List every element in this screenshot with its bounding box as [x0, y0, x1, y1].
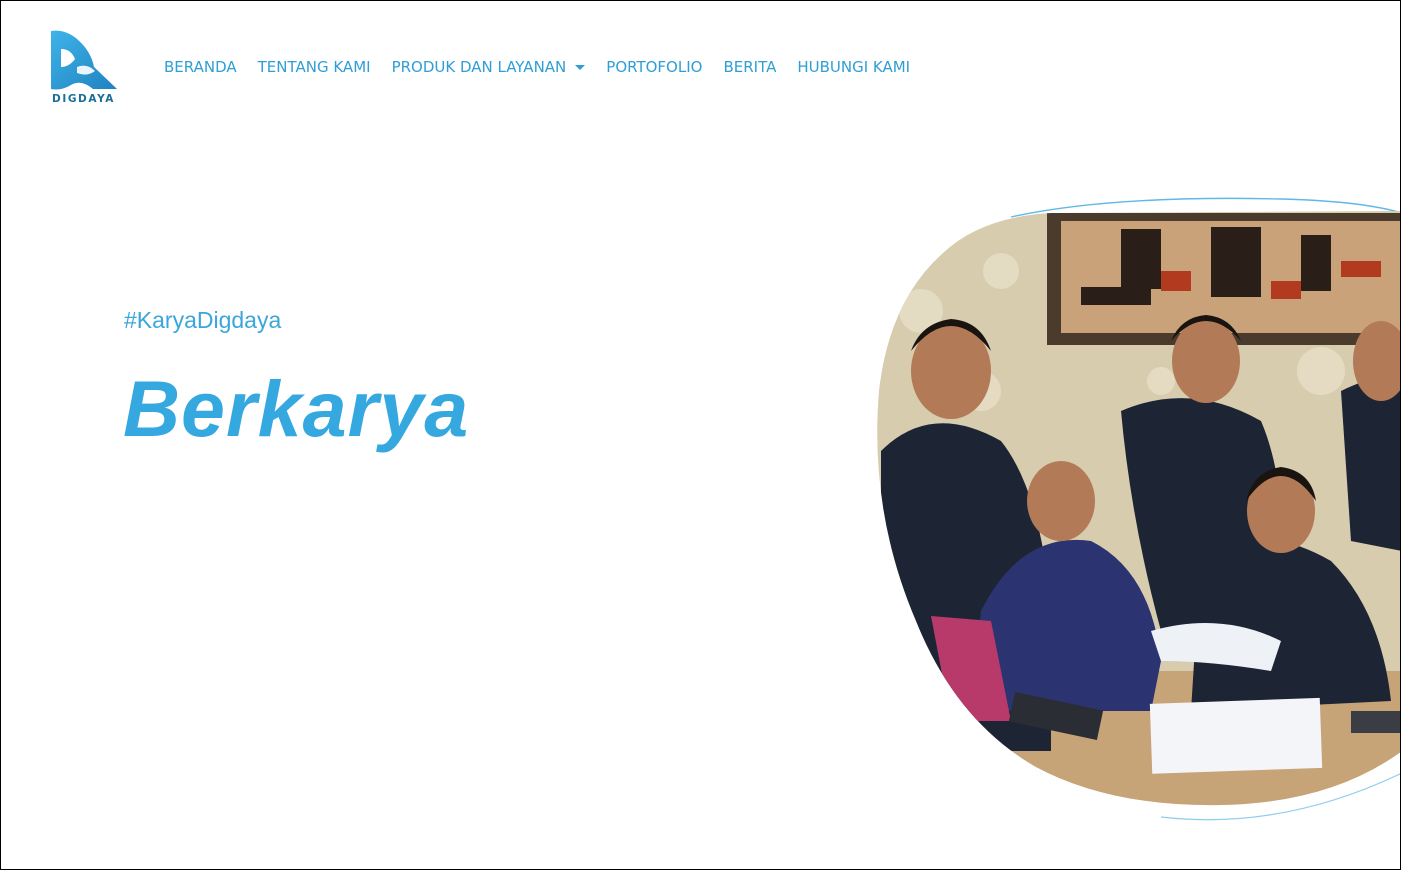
logo-wordmark: DIGDAYA	[52, 93, 116, 105]
page-frame: DIGDAYA BERANDA TENTANG KAMI PRODUK DAN …	[0, 0, 1401, 870]
nav-label: BERANDA	[164, 58, 237, 76]
main-navigation: BERANDA TENTANG KAMI PRODUK DAN LAYANAN …	[164, 58, 931, 76]
nav-label: PORTOFOLIO	[606, 58, 703, 76]
nav-label: BERITA	[723, 58, 777, 76]
nav-item-produk-dan-layanan[interactable]: PRODUK DAN LAYANAN	[392, 58, 586, 76]
chevron-down-icon	[575, 64, 586, 70]
hero-hashtag: #KaryaDigdaya	[124, 307, 282, 333]
nav-item-hubungi-kami[interactable]: HUBUNGI KAMI	[797, 58, 910, 76]
digdaya-logo[interactable]: DIGDAYA	[47, 27, 119, 111]
nav-item-beranda[interactable]: BERANDA	[164, 58, 237, 76]
hero-headline: Berkarya	[123, 364, 470, 453]
hero-team-photo	[877, 197, 1400, 821]
nav-label: TENTANG KAMI	[257, 58, 371, 76]
nav-label: HUBUNGI KAMI	[797, 58, 911, 76]
digdaya-logo-mark	[51, 30, 117, 90]
nav-label: PRODUK DAN LAYANAN	[391, 58, 567, 76]
nav-item-tentang-kami[interactable]: TENTANG KAMI	[258, 58, 371, 76]
nav-item-berita[interactable]: BERITA	[723, 58, 776, 76]
nav-item-portofolio[interactable]: PORTOFOLIO	[606, 58, 702, 76]
